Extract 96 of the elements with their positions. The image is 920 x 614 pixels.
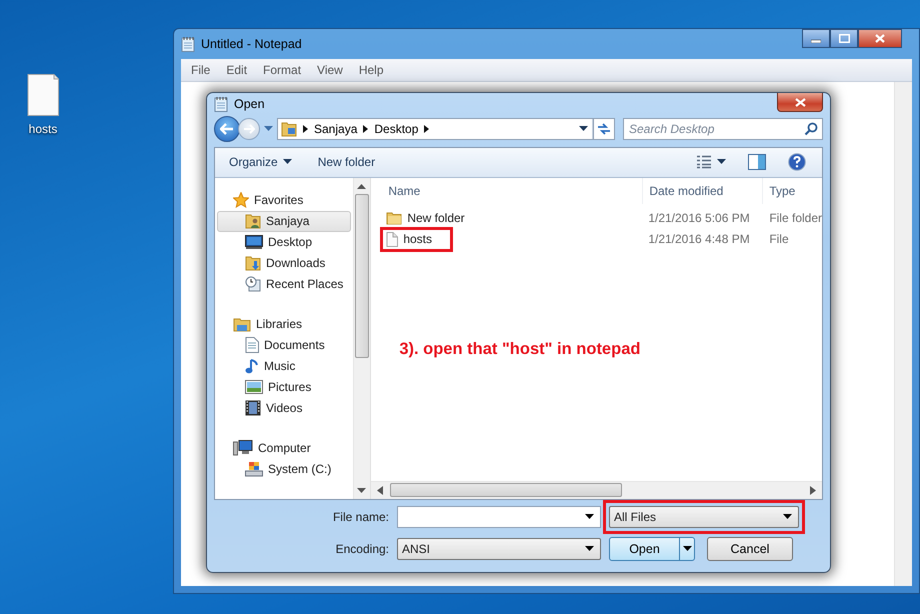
notepad-icon bbox=[181, 36, 195, 52]
chevron-icon[interactable] bbox=[363, 124, 368, 133]
back-button[interactable] bbox=[214, 116, 240, 142]
close-icon bbox=[875, 34, 885, 43]
caret-icon bbox=[282, 159, 292, 166]
organize-button[interactable]: Organize bbox=[225, 152, 296, 172]
field-label: File name: bbox=[332, 510, 389, 524]
type-cell-text: File bbox=[768, 232, 789, 246]
scroll-thumb[interactable] bbox=[354, 194, 369, 358]
caret-icon bbox=[783, 514, 792, 520]
minimize-button[interactable] bbox=[802, 29, 830, 48]
chevron-icon[interactable] bbox=[303, 124, 308, 133]
folder-icon bbox=[281, 120, 297, 137]
search-icon bbox=[804, 122, 818, 136]
folder-icon bbox=[386, 211, 402, 226]
desktop-icon-label[interactable]: hosts bbox=[28, 122, 58, 136]
file-icon[interactable] bbox=[27, 74, 59, 116]
window-title: Untitled - Notepad bbox=[201, 37, 302, 51]
navigation-item[interactable]: Sanjaya bbox=[217, 210, 351, 232]
scroll-thumb[interactable] bbox=[390, 483, 622, 498]
preview-pane-icon bbox=[748, 154, 766, 170]
refresh-button[interactable] bbox=[593, 118, 615, 140]
caret-icon bbox=[717, 159, 726, 166]
date-cell-text: 1/21/2016 5:06 PM bbox=[647, 211, 751, 226]
caret-icon bbox=[682, 546, 692, 552]
navigation-item[interactable]: Recent Places bbox=[215, 274, 353, 295]
menu-item[interactable]: Edit bbox=[220, 61, 254, 79]
file-type-dropdown[interactable]: All Files bbox=[609, 506, 799, 528]
user-folder-icon bbox=[245, 213, 261, 230]
close-button[interactable] bbox=[858, 29, 902, 48]
navigation-item[interactable]: Pictures bbox=[215, 376, 353, 398]
scroll-left-icon bbox=[377, 486, 384, 495]
menu-item[interactable]: Help bbox=[352, 61, 390, 79]
horizontal-scrollbar[interactable] bbox=[371, 480, 822, 499]
navigation-item[interactable]: Favorites bbox=[215, 190, 353, 211]
details-view-icon bbox=[696, 155, 712, 170]
navigation-item[interactable]: Downloads bbox=[215, 252, 353, 274]
file-icon bbox=[386, 232, 398, 247]
forward-arrow-icon bbox=[243, 124, 255, 134]
caret-icon[interactable] bbox=[578, 126, 588, 132]
clock-document-icon bbox=[245, 276, 261, 292]
open-button[interactable]: Open bbox=[609, 536, 695, 561]
address-bar[interactable]: Sanjaya Desktop bbox=[277, 118, 594, 140]
star-icon bbox=[233, 192, 249, 208]
vertical-scrollbar[interactable] bbox=[352, 178, 370, 499]
navigation-item[interactable]: System (C:) bbox=[215, 458, 353, 480]
help-icon bbox=[788, 153, 806, 172]
film-icon bbox=[245, 400, 261, 416]
navigation-item[interactable]: Computer bbox=[215, 438, 353, 459]
chevron-icon[interactable] bbox=[424, 124, 430, 133]
notepad-icon bbox=[214, 96, 228, 112]
dialog-title: Open bbox=[234, 97, 265, 112]
close-button[interactable] bbox=[777, 93, 823, 112]
close-icon bbox=[794, 98, 806, 106]
scroll-down-icon bbox=[357, 488, 366, 494]
navigation-item[interactable]: Documents bbox=[215, 334, 353, 356]
navigation-item[interactable]: Libraries bbox=[215, 314, 353, 335]
breadcrumb-item[interactable]: Sanjaya bbox=[314, 122, 358, 136]
breadcrumb-item[interactable]: Desktop bbox=[374, 122, 418, 136]
monitor-icon bbox=[245, 235, 263, 250]
menu-item[interactable]: File bbox=[185, 61, 216, 79]
scroll-up-icon bbox=[357, 182, 366, 189]
new-folder-button[interactable]: New folder bbox=[314, 152, 380, 172]
maximize-button[interactable] bbox=[830, 29, 858, 48]
navigation-item[interactable]: Music bbox=[215, 356, 353, 377]
file-name[interactable]: hosts bbox=[403, 232, 432, 246]
computer-icon bbox=[233, 440, 253, 456]
file-name[interactable]: New folder bbox=[407, 211, 465, 226]
file-name-field[interactable] bbox=[397, 506, 601, 528]
back-arrow-icon bbox=[220, 122, 234, 135]
vertical-scrollbar[interactable] bbox=[894, 82, 912, 586]
column-header[interactable]: Date modified bbox=[643, 178, 764, 204]
menu-item[interactable]: Format bbox=[257, 61, 308, 79]
cancel-button[interactable]: Cancel bbox=[707, 536, 793, 561]
drive-icon bbox=[245, 461, 263, 478]
navigation-item[interactable]: Videos bbox=[215, 398, 353, 419]
date-cell-text: 1/21/2016 4:48 PM bbox=[647, 232, 751, 246]
encoding-dropdown[interactable]: ANSI bbox=[397, 538, 601, 560]
column-header[interactable]: Name bbox=[371, 178, 644, 204]
picture-icon bbox=[245, 380, 263, 394]
library-icon bbox=[233, 316, 251, 332]
folder-arrow-icon bbox=[245, 255, 261, 272]
music-note-icon bbox=[245, 358, 259, 374]
history-caret-icon[interactable] bbox=[264, 126, 273, 132]
search-field[interactable]: Search Desktop bbox=[623, 118, 823, 140]
menu-item[interactable]: View bbox=[311, 61, 349, 79]
caret-icon bbox=[585, 514, 594, 520]
maximize-icon bbox=[838, 34, 850, 43]
column-header[interactable]: Type bbox=[763, 178, 822, 204]
type-cell-text: File folder bbox=[768, 211, 822, 226]
caret-icon bbox=[585, 546, 594, 552]
navigation-item[interactable]: Desktop bbox=[215, 232, 353, 253]
field-label: Encoding: bbox=[336, 542, 389, 556]
refresh-arrows-icon bbox=[597, 122, 611, 135]
document-icon bbox=[245, 337, 259, 354]
scroll-right-icon bbox=[810, 486, 816, 495]
